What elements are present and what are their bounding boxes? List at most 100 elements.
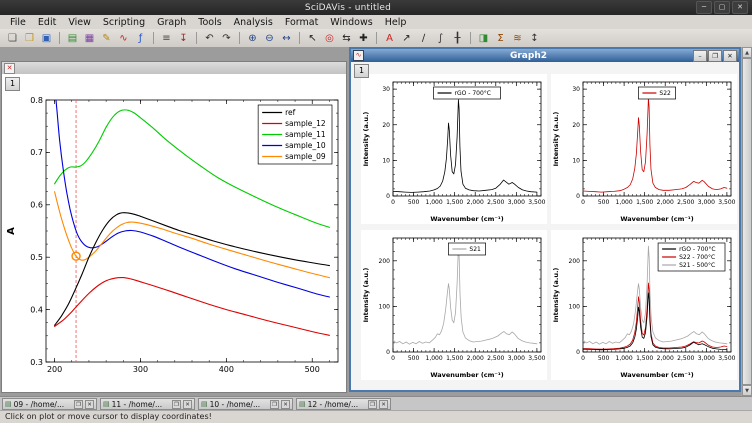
svg-text:2,000: 2,000 (657, 199, 674, 206)
open-project-icon[interactable]: ❒ (21, 31, 38, 46)
graph2-window[interactable]: ∿ Graph2 – ❐ ✕ 1 05001,0001,5002,0002,50… (349, 47, 741, 392)
new-note-icon[interactable]: ✎ (98, 31, 115, 46)
row-statistics-icon[interactable]: ≋ (509, 31, 526, 46)
menu-file[interactable]: File (4, 16, 32, 29)
data-reader-icon[interactable]: ◎ (321, 31, 338, 46)
raman-plot-s22[interactable]: 05001,0001,5002,0002,5003,0003,500010203… (551, 74, 737, 224)
restore-window-icon[interactable]: ❐ (172, 400, 181, 409)
svg-text:1,000: 1,000 (426, 355, 443, 362)
svg-text:A: A (6, 227, 17, 235)
svg-text:0.3: 0.3 (30, 358, 43, 367)
raman-plot-overlay[interactable]: 05001,0001,5002,0002,5003,0003,500010020… (551, 230, 737, 380)
svg-text:Intensity (a.u.): Intensity (a.u.) (362, 268, 370, 323)
graph2-window-title: Graph2 (364, 51, 693, 61)
scrollbar-thumb[interactable] (742, 58, 752, 385)
menu-scripting[interactable]: Scripting (97, 16, 151, 29)
close-icon[interactable]: ✕ (732, 1, 748, 14)
menu-format[interactable]: Format (279, 16, 324, 29)
svg-text:0.4: 0.4 (30, 305, 43, 314)
maximize-icon[interactable]: ▢ (714, 1, 730, 14)
window-tab-2[interactable]: ▤11 - /home/...❐✕ (100, 398, 195, 410)
add-column-icon[interactable]: ◨ (475, 31, 492, 46)
table-icon: ▤ (299, 399, 306, 409)
close-window-icon[interactable]: ✕ (85, 400, 94, 409)
minimize-icon[interactable]: – (693, 50, 707, 62)
table-icon: ▤ (5, 399, 12, 409)
close-window-icon[interactable]: ✕ (281, 400, 290, 409)
svg-text:Wavenumber (cm⁻¹): Wavenumber (cm⁻¹) (620, 371, 693, 379)
new-table-icon[interactable]: ▤ (64, 31, 81, 46)
svg-text:rGO - 700°C: rGO - 700°C (679, 246, 715, 253)
svg-text:0.5: 0.5 (30, 253, 43, 262)
restore-icon[interactable]: ❐ (708, 50, 722, 62)
minimize-icon[interactable]: ─ (696, 1, 712, 14)
window-tab-bar: ▤09 - /home/...❐✕▤11 - /home/...❐✕▤10 - … (0, 396, 752, 410)
undo-icon[interactable]: ↶ (201, 31, 218, 46)
new-matrix-icon[interactable]: ▦ (81, 31, 98, 46)
new-graph-icon[interactable]: ∿ (115, 31, 132, 46)
svg-text:2,000: 2,000 (657, 355, 674, 362)
add-function-curve-icon[interactable]: ∫ (432, 31, 449, 46)
scroll-up-icon[interactable]: ▲ (742, 47, 752, 58)
raman-plot-s21[interactable]: 05001,0001,5002,0002,5003,0003,500010020… (361, 230, 547, 380)
graph2-titlebar[interactable]: ∿ Graph2 – ❐ ✕ (351, 49, 739, 62)
close-window-icon[interactable]: ✕ (183, 400, 192, 409)
vertical-scrollbar[interactable]: ▲ ▼ (741, 47, 752, 396)
close-window-icon[interactable]: ✕ (379, 400, 388, 409)
screen-reader-icon[interactable]: ✚ (355, 31, 372, 46)
new-project-icon[interactable]: ❏ (4, 31, 21, 46)
svg-text:2,500: 2,500 (677, 199, 694, 206)
menu-windows[interactable]: Windows (324, 16, 378, 29)
save-project-icon[interactable]: ▣ (38, 31, 55, 46)
svg-text:Wavenumber (cm⁻¹): Wavenumber (cm⁻¹) (430, 215, 503, 223)
svg-text:Intensity (a.u.): Intensity (a.u.) (362, 112, 370, 167)
svg-text:rGO - 700°C: rGO - 700°C (455, 90, 491, 97)
export-pdf-icon[interactable]: ↧ (175, 31, 192, 46)
window-tab-4[interactable]: ▤12 - /home/...❐✕ (296, 398, 391, 410)
zoom-in-icon[interactable]: ⊕ (244, 31, 261, 46)
menu-analysis[interactable]: Analysis (228, 16, 279, 29)
draw-line-icon[interactable]: ∕ (415, 31, 432, 46)
window-tab-1[interactable]: ▤09 - /home/...❐✕ (2, 398, 97, 410)
sort-table-icon[interactable]: ↕ (526, 31, 543, 46)
print-icon[interactable]: ≡ (158, 31, 175, 46)
draw-arrow-icon[interactable]: ↗ (398, 31, 415, 46)
raman-chart-host-bottomleft[interactable]: 05001,0001,5002,0002,5003,0003,500010020… (361, 230, 547, 380)
window-controls: ─ ▢ ✕ (696, 1, 748, 14)
graph2-canvas: 1 05001,0001,5002,0002,5003,0003,5000102… (351, 62, 739, 390)
menu-edit[interactable]: Edit (32, 16, 62, 29)
menu-view[interactable]: View (62, 16, 97, 29)
menu-tools[interactable]: Tools (192, 16, 227, 29)
column-statistics-icon[interactable]: Σ (492, 31, 509, 46)
menu-help[interactable]: Help (379, 16, 413, 29)
redo-icon[interactable]: ↷ (218, 31, 235, 46)
restore-window-icon[interactable]: ❐ (74, 400, 83, 409)
add-error-bars-icon[interactable]: ╂ (449, 31, 466, 46)
titlebar: SciDAVis - untitled ─ ▢ ✕ (0, 0, 752, 15)
new-function-plot-icon[interactable]: ƒ (132, 31, 149, 46)
graph2-layer-button[interactable]: 1 (354, 64, 369, 78)
graph1-layer-button[interactable]: 1 (5, 77, 20, 91)
uvvis-chart-host[interactable]: 2003004005000.30.40.50.60.70.8Arefsample… (2, 74, 346, 392)
restore-window-icon[interactable]: ❐ (270, 400, 279, 409)
raman-plot-rgo700[interactable]: 05001,0001,5002,0002,5003,0003,500010203… (361, 74, 547, 224)
menu-graph[interactable]: Graph (151, 16, 192, 29)
select-range-icon[interactable]: ⇆ (338, 31, 355, 46)
uvvis-absorption-plot[interactable]: 2003004005000.30.40.50.60.70.8Arefsample… (2, 74, 346, 392)
pointer-icon[interactable]: ↖ (304, 31, 321, 46)
raman-chart-host-topleft[interactable]: 05001,0001,5002,0002,5003,0003,500010203… (361, 74, 547, 224)
rescale-to-show-all-icon[interactable]: ↔ (278, 31, 295, 46)
svg-text:1,500: 1,500 (446, 199, 463, 206)
svg-text:3,500: 3,500 (528, 355, 545, 362)
close-icon[interactable]: ✕ (723, 50, 737, 62)
raman-chart-host-topright[interactable]: 05001,0001,5002,0002,5003,0003,500010203… (551, 74, 737, 224)
svg-text:1,000: 1,000 (616, 199, 633, 206)
raman-chart-host-bottomright[interactable]: 05001,0001,5002,0002,5003,0003,500010020… (551, 230, 737, 380)
graph1-window[interactable]: ✕ 1 2003004005000.30.40.50.60.70.8Arefsa… (1, 61, 347, 393)
restore-window-icon[interactable]: ❐ (368, 400, 377, 409)
add-text-icon[interactable]: A (381, 31, 398, 46)
scidavis-window: SciDAVis - untitled ─ ▢ ✕ FileEditViewSc… (0, 0, 752, 423)
zoom-out-icon[interactable]: ⊖ (261, 31, 278, 46)
scroll-down-icon[interactable]: ▼ (742, 385, 752, 396)
window-tab-3[interactable]: ▤10 - /home/...❐✕ (198, 398, 293, 410)
